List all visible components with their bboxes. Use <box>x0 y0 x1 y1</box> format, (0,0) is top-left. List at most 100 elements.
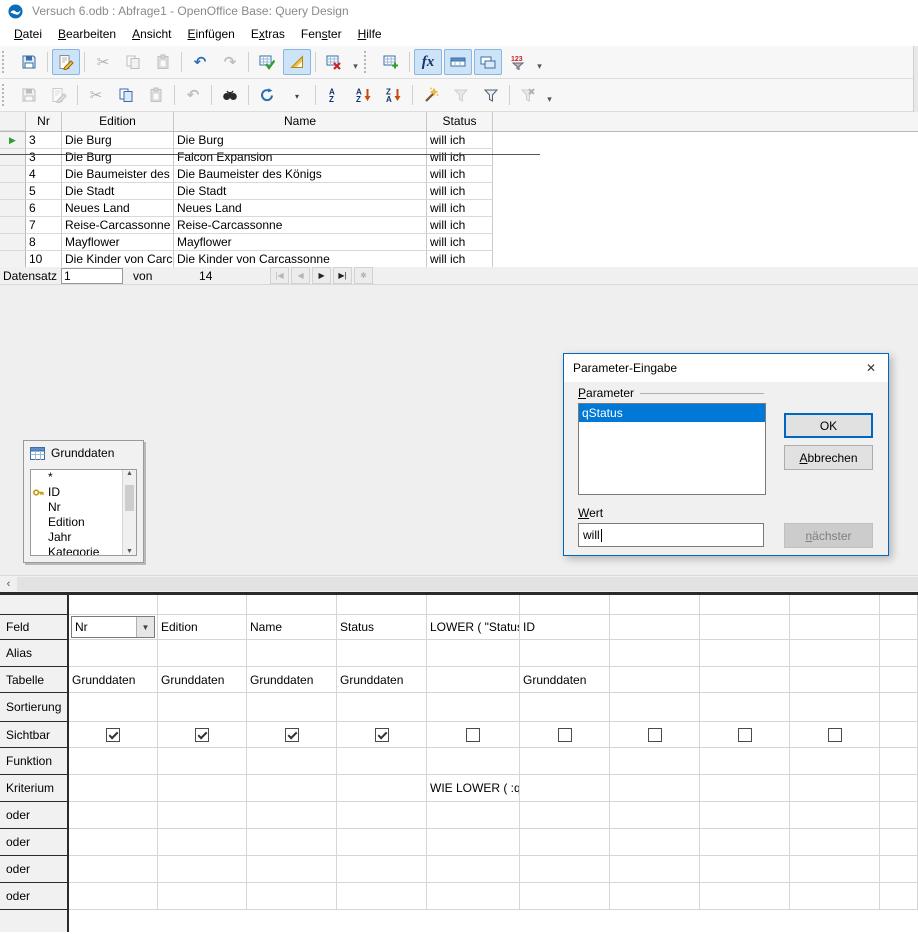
grid-cell[interactable] <box>790 748 880 775</box>
grid-cell[interactable]: Grunddaten <box>69 667 158 693</box>
column-header-name[interactable]: Name <box>174 112 427 131</box>
toolbar-overflow-icon[interactable]: ▾ <box>543 83 556 107</box>
cell-status[interactable]: will ich <box>427 132 493 149</box>
row-selector[interactable] <box>0 183 26 200</box>
grid-cell[interactable] <box>880 722 918 748</box>
parameter-list[interactable]: qStatus <box>578 403 766 495</box>
cell-edition[interactable]: Reise-Carcassonne <box>62 217 174 234</box>
column-header-edition[interactable]: Edition <box>62 112 174 131</box>
grid-cell[interactable] <box>158 693 247 722</box>
menu-item-fenster[interactable]: Fenster <box>293 24 350 44</box>
grid-cell[interactable] <box>337 775 427 802</box>
grid-cell[interactable] <box>610 775 700 802</box>
grid-cell[interactable] <box>69 775 158 802</box>
grid-cell[interactable] <box>520 640 610 667</box>
grid-cell[interactable]: ID <box>520 615 610 640</box>
save-button[interactable] <box>15 82 43 108</box>
grid-cell[interactable] <box>880 640 918 667</box>
cell-nr[interactable]: 6 <box>26 200 62 217</box>
scroll-down-icon[interactable]: ▼ <box>126 548 133 555</box>
save-button[interactable] <box>15 49 43 75</box>
horizontal-scrollbar[interactable]: ‹ <box>0 575 918 592</box>
grid-cell[interactable] <box>880 883 918 910</box>
grid-cell[interactable] <box>158 883 247 910</box>
field-item-id[interactable]: ID <box>31 485 136 500</box>
grid-cell[interactable]: Grunddaten <box>247 667 337 693</box>
cell-name[interactable]: Die Kinder von Carcassonne <box>174 251 427 268</box>
grid-cell[interactable] <box>337 722 427 748</box>
grid-cell[interactable] <box>610 722 700 748</box>
grid-cell[interactable] <box>69 856 158 883</box>
grid-cell[interactable] <box>790 856 880 883</box>
copy-button[interactable] <box>119 49 147 75</box>
table-row[interactable]: 8MayflowerMayflowerwill ich <box>0 234 918 251</box>
table-row[interactable]: ▶3Die BurgDie Burgwill ich <box>0 132 918 149</box>
close-icon[interactable]: ✕ <box>854 354 888 382</box>
grid-cell[interactable] <box>790 595 880 615</box>
cell-name[interactable]: Die Stadt <box>174 183 427 200</box>
grid-cell[interactable] <box>158 595 247 615</box>
refresh-button[interactable] <box>253 82 281 108</box>
alias-button[interactable] <box>474 49 502 75</box>
grid-cell[interactable] <box>427 856 520 883</box>
field-item-star[interactable]: * <box>31 470 136 485</box>
dialog-title-bar[interactable]: Parameter-Eingabe ✕ <box>564 354 888 382</box>
menu-item-datei[interactable]: Datei <box>6 24 50 44</box>
apply-filter-button[interactable] <box>447 82 475 108</box>
cell-edition[interactable]: Mayflower <box>62 234 174 251</box>
standard-filter-button[interactable] <box>477 82 505 108</box>
grid-cell[interactable] <box>880 775 918 802</box>
remove-filter-button[interactable] <box>514 82 542 108</box>
menu-item-hilfe[interactable]: Hilfe <box>350 24 390 44</box>
grid-cell[interactable] <box>247 722 337 748</box>
row-selector[interactable] <box>0 217 26 234</box>
visible-checkbox-checked[interactable] <box>285 728 299 742</box>
grid-cell[interactable] <box>700 856 790 883</box>
cell-edition[interactable]: Die Kinder von Carcassonne <box>62 251 174 268</box>
grid-cell[interactable] <box>247 775 337 802</box>
grid-cell[interactable]: WIE LOWER ( :qS <box>427 775 520 802</box>
visible-checkbox-checked[interactable] <box>106 728 120 742</box>
next-record-button[interactable]: ▶ <box>312 267 331 284</box>
grid-cell[interactable] <box>69 595 158 615</box>
find-button[interactable] <box>216 82 244 108</box>
cell-status[interactable]: will ich <box>427 200 493 217</box>
visible-checkbox-unchecked[interactable] <box>738 728 752 742</box>
record-number-input[interactable]: 1 <box>61 268 123 284</box>
grid-cell[interactable] <box>247 595 337 615</box>
grid-cell[interactable] <box>700 667 790 693</box>
grid-cell[interactable] <box>700 615 790 640</box>
edit-mode-button[interactable] <box>45 82 73 108</box>
visible-checkbox-checked[interactable] <box>195 728 209 742</box>
field-item-nr[interactable]: Nr <box>31 500 136 515</box>
grid-cell[interactable] <box>337 856 427 883</box>
grid-cell[interactable] <box>427 640 520 667</box>
field-item-kategorie[interactable]: Kategorie <box>31 545 136 556</box>
grid-cell[interactable] <box>700 829 790 856</box>
grid-cell[interactable] <box>337 883 427 910</box>
grid-cell[interactable] <box>427 693 520 722</box>
grid-cell[interactable] <box>427 802 520 829</box>
grid-cell[interactable] <box>880 802 918 829</box>
visible-checkbox-unchecked[interactable] <box>466 728 480 742</box>
grid-cell[interactable] <box>247 640 337 667</box>
grid-cell[interactable] <box>610 615 700 640</box>
grid-cell[interactable] <box>520 595 610 615</box>
first-record-button[interactable]: |◀ <box>270 267 289 284</box>
cell-edition[interactable]: Die Baumeister des Königs <box>62 166 174 183</box>
undo-button[interactable]: ↶ <box>179 82 207 108</box>
visible-checkbox-unchecked[interactable] <box>828 728 842 742</box>
grid-cell[interactable] <box>69 829 158 856</box>
grid-cell[interactable] <box>790 693 880 722</box>
grid-cell[interactable] <box>790 775 880 802</box>
grid-cell[interactable] <box>700 595 790 615</box>
table-row[interactable]: 6Neues LandNeues Landwill ich <box>0 200 918 217</box>
toolbar-grip[interactable] <box>2 51 11 73</box>
grid-cell[interactable] <box>610 640 700 667</box>
cell-nr[interactable]: 3 <box>26 132 62 149</box>
cell-edition[interactable]: Neues Land <box>62 200 174 217</box>
grid-cell[interactable]: Nr▼ <box>69 615 158 640</box>
menu-item-einfgen[interactable]: Einfügen <box>179 24 242 44</box>
grid-cell[interactable] <box>337 595 427 615</box>
menu-item-extras[interactable]: Extras <box>243 24 293 44</box>
